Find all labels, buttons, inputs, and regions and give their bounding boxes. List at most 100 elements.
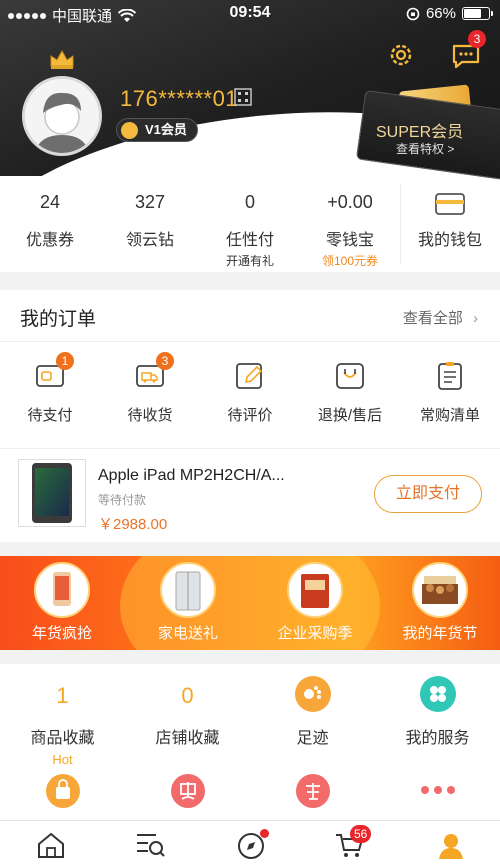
tab-home[interactable]	[36, 831, 66, 859]
order-returns[interactable]: 退换/售后	[300, 360, 400, 425]
tab-cart[interactable]: 56	[334, 825, 372, 859]
return-icon	[334, 360, 366, 392]
banner-item-appliance-gifts[interactable]: 家电送礼	[128, 562, 248, 643]
service-row2-item-2[interactable]	[125, 774, 250, 808]
order-pending-review[interactable]: 待评价	[200, 360, 300, 425]
stat-value: 24	[39, 192, 61, 212]
super-member-title: SUPER会员	[376, 124, 464, 141]
store-favorites-count: 0	[181, 683, 194, 708]
service-product-favorites[interactable]: 1 商品收藏 Hot	[0, 680, 125, 767]
stat-value: 327	[134, 192, 166, 212]
stat-label: 领云钻	[125, 232, 174, 249]
product-name: Apple iPad MP2H2CH/A...	[98, 467, 285, 484]
special-te-icon	[295, 774, 330, 808]
bottom-tab-bar: 56	[0, 820, 500, 864]
wallet-card-icon	[435, 193, 465, 215]
tab-discover[interactable]	[236, 829, 269, 859]
service-footprints[interactable]: 足迹	[250, 676, 375, 748]
qr-code-icon[interactable]	[234, 88, 252, 106]
account-stats: 24 优惠券 327 领云钻 0 任性付 开通有礼 +0.00 零钱宝 领100…	[0, 176, 500, 272]
stat-lingqianbao[interactable]: +0.00 零钱宝 领100元券	[300, 192, 400, 269]
stat-value: 0	[244, 192, 255, 212]
vip-level-label: V1会员	[145, 122, 187, 137]
battery-icon	[462, 7, 493, 20]
order-badge: 3	[156, 352, 174, 370]
service-row2-item-3[interactable]	[250, 774, 375, 808]
avatar[interactable]	[22, 76, 102, 156]
super-member-link[interactable]: 查看特权 >	[396, 140, 454, 157]
order-pending-payment[interactable]: 1 待支付	[0, 352, 100, 425]
stat-label: 零钱宝	[325, 232, 374, 249]
stat-label: 任性付	[225, 232, 274, 249]
order-frequent-list[interactable]: 常购清单	[400, 360, 500, 425]
fridge-product-icon	[160, 562, 216, 618]
product-image	[18, 459, 86, 527]
product-price: ￥2988.00	[98, 516, 168, 533]
vip-level-badge[interactable]: V1会员	[116, 118, 198, 142]
tab-categories[interactable]	[134, 831, 165, 859]
stat-wallet[interactable]: 我的钱包	[400, 192, 500, 250]
more-dots-icon	[375, 786, 500, 794]
service-my-services[interactable]: 我的服务	[375, 676, 500, 748]
message-button[interactable]: 3	[450, 30, 486, 70]
order-label: 退换/售后	[317, 407, 383, 424]
status-bar: 中国联通 09:54 66%	[0, 0, 500, 30]
services-clover-icon	[419, 676, 456, 712]
tab-me[interactable]	[436, 831, 466, 859]
service-label: 足迹	[296, 730, 329, 747]
pencil-icon	[234, 360, 266, 392]
hot-tag: Hot	[52, 752, 73, 767]
orders-title: 我的订单	[20, 309, 97, 330]
stat-label: 我的钱包	[417, 232, 482, 249]
stat-label: 优惠券	[25, 232, 74, 249]
stat-cloud-diamonds[interactable]: 327 领云钻	[100, 192, 200, 250]
service-label: 商品收藏	[30, 730, 95, 747]
crown-icon	[50, 49, 74, 69]
order-label: 待收货	[127, 407, 173, 424]
banner-label: 我的年货节	[402, 625, 478, 642]
service-store-favorites[interactable]: 0 店铺收藏	[125, 680, 250, 748]
settings-gear-icon[interactable]	[386, 40, 416, 70]
pending-order-row[interactable]: Apple iPad MP2H2CH/A... 等待付款 ￥2988.00 立即…	[0, 448, 500, 542]
favorites-count: 1	[56, 683, 69, 708]
orders-section: 我的订单 查看全部 › 1 待支付 3 待收货 待评价 退换/售后 常购清单 A…	[0, 290, 500, 542]
stat-coupons[interactable]: 24 优惠券	[0, 192, 100, 250]
footprint-icon	[294, 676, 331, 712]
rotation-lock-icon	[406, 7, 420, 20]
banner-item-new-year-deals[interactable]: 年货疯抢	[2, 562, 122, 643]
view-all-label: 查看全部	[402, 310, 463, 327]
battery-info: 66%	[406, 5, 493, 22]
truck-icon: 3	[134, 352, 174, 392]
order-label: 待支付	[27, 407, 73, 424]
battery-percent: 66%	[425, 5, 456, 22]
home-icon	[38, 832, 64, 858]
banner-item-enterprise-purchase[interactable]: 企业采购季	[255, 562, 375, 643]
order-badge: 1	[56, 352, 74, 370]
stat-sub: 开通有礼	[225, 254, 274, 268]
chevron-right-icon: ›	[473, 310, 478, 327]
order-pending-receipt[interactable]: 3 待收货	[100, 352, 200, 425]
view-all-orders-link[interactable]: 查看全部 ›	[403, 307, 478, 328]
service-label: 我的服务	[405, 730, 470, 747]
user-phone: 176******01	[120, 86, 239, 111]
stat-sub: 领100元券	[321, 254, 379, 268]
stat-value: +0.00	[327, 192, 373, 212]
stat-renxingfu[interactable]: 0 任性付 开通有礼	[200, 192, 300, 269]
default-avatar-icon	[25, 79, 99, 153]
vip-coin-icon	[121, 122, 138, 139]
orders-header: 我的订单 查看全部 ›	[0, 290, 500, 342]
nut-gift-box-icon	[412, 562, 468, 618]
banner-label: 企业采购季	[277, 625, 353, 642]
service-row2-more[interactable]	[375, 774, 500, 794]
order-label: 常购清单	[419, 407, 480, 424]
order-label: 待评价	[227, 407, 273, 424]
discount-hui-icon	[170, 774, 205, 808]
service-row2-item-1[interactable]	[0, 774, 125, 808]
banner-label: 家电送礼	[157, 625, 218, 642]
product-status: 等待付款	[98, 493, 147, 507]
wallet-pay-icon: 1	[34, 352, 74, 392]
shopping-bag-icon	[45, 774, 80, 808]
banner-item-my-festival[interactable]: 我的年货节	[380, 562, 500, 643]
liquor-box-icon	[287, 562, 343, 618]
pay-now-button[interactable]: 立即支付	[374, 475, 482, 513]
